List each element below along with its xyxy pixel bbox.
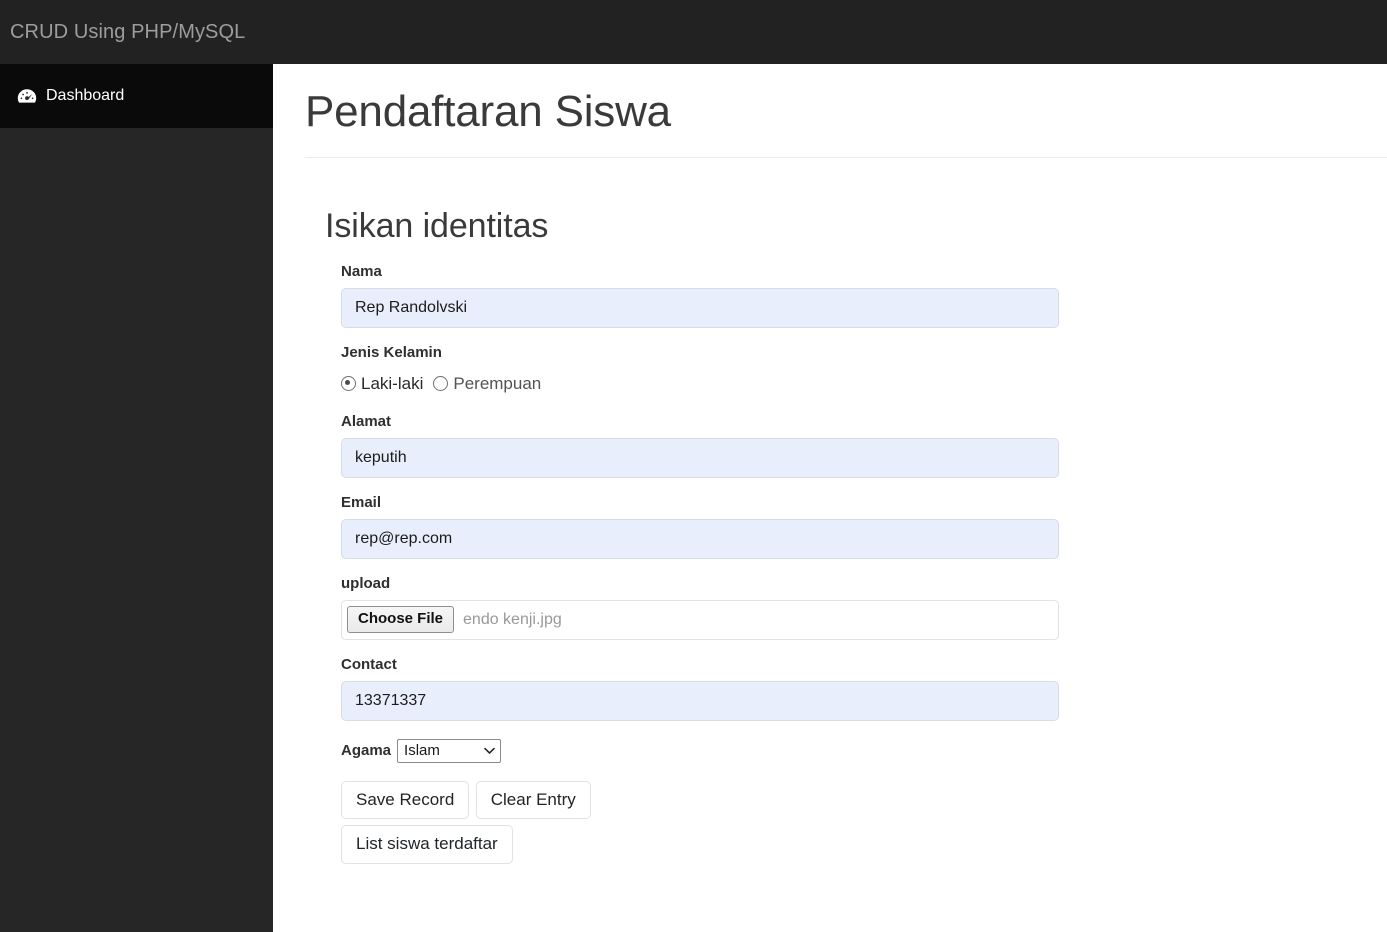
email-label: Email	[341, 493, 382, 511]
field-agama: Agama Islam	[341, 721, 1387, 763]
alamat-label: Alamat	[341, 412, 392, 430]
sidebar-item-label: Dashboard	[46, 87, 125, 104]
agama-label: Agama	[341, 742, 392, 760]
navbar-brand[interactable]: CRUD Using PHP/MySQL	[10, 22, 245, 42]
clear-entry-button[interactable]: Clear Entry	[475, 780, 591, 820]
nama-label: Nama	[341, 262, 382, 280]
list-siswa-terdaftar-button[interactable]: List siswa terdaftar	[341, 825, 513, 864]
sidebar: Dashboard	[0, 64, 273, 932]
field-upload: upload Choose File endo kenji.jpg	[325, 559, 1387, 640]
alamat-input[interactable]	[341, 437, 1059, 478]
page-title: Pendaftaran Siswa	[305, 87, 671, 136]
field-alamat: Alamat	[325, 397, 1387, 478]
field-nama: Nama	[325, 247, 1387, 328]
section-title: Isikan identitas	[325, 206, 549, 245]
field-contact: Contact	[325, 640, 1387, 721]
radio-laki-laki[interactable]	[341, 376, 356, 392]
radio-perempuan-label: Perempuan	[453, 374, 542, 394]
save-record-button[interactable]: Save Record	[341, 780, 470, 820]
main-content: Pendaftaran Siswa Isikan identitas Nama …	[273, 64, 1387, 932]
top-navbar: CRUD Using PHP/MySQL	[0, 0, 1387, 64]
nama-input[interactable]	[341, 287, 1059, 328]
form-actions: Save Record Clear Entry List siswa terda…	[341, 763, 1081, 868]
registration-form: Isikan identitas Nama Jenis Kelamin Laki…	[273, 158, 1387, 868]
jenis-kelamin-radio-group: Laki-laki Perempuan	[341, 369, 1387, 397]
contact-input[interactable]	[341, 680, 1059, 721]
jenis-kelamin-label: Jenis Kelamin	[341, 343, 442, 361]
field-jenis-kelamin: Jenis Kelamin Laki-laki Perempuan	[325, 328, 1387, 397]
contact-label: Contact	[341, 655, 397, 673]
upload-label: upload	[341, 574, 391, 592]
choose-file-button[interactable]: Choose File	[347, 606, 455, 633]
radio-perempuan[interactable]	[433, 376, 449, 392]
agama-selected-value: Islam	[404, 742, 440, 760]
radio-option-laki-laki[interactable]: Laki-laki	[341, 375, 423, 392]
radio-option-perempuan[interactable]: Perempuan	[433, 375, 541, 392]
sidebar-item-dashboard[interactable]: Dashboard	[0, 64, 273, 128]
field-email: Email	[325, 478, 1387, 559]
agama-select[interactable]: Islam	[397, 738, 502, 763]
chevron-down-icon	[484, 747, 495, 755]
file-input[interactable]: Choose File endo kenji.jpg	[341, 599, 1059, 640]
form-actions-row-2: List siswa terdaftar	[341, 825, 1081, 868]
tachometer-icon	[16, 87, 38, 105]
selected-file-name: endo kenji.jpg	[463, 610, 562, 628]
radio-laki-laki-label: Laki-laki	[361, 374, 424, 394]
email-input[interactable]	[341, 518, 1059, 559]
